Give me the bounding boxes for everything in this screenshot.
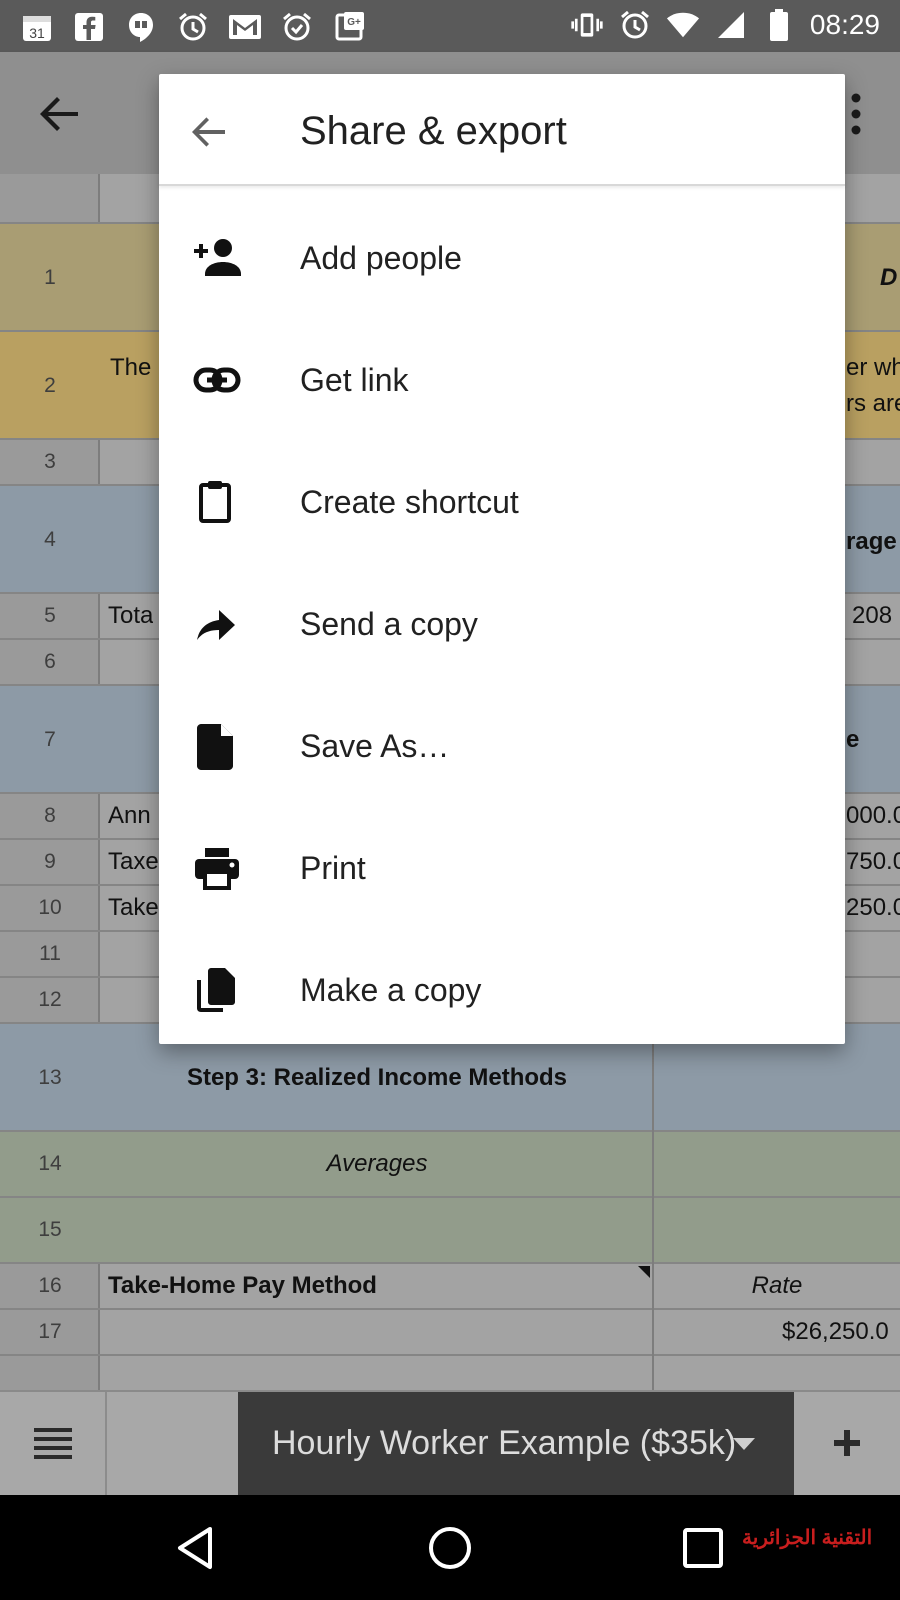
gmail-icon (228, 10, 262, 44)
battery-icon (762, 8, 796, 42)
menu-item-create-shortcut[interactable]: Create shortcut (159, 438, 845, 560)
sheet-cell: Ann (108, 802, 151, 829)
dialog-header: Share & export (159, 74, 845, 186)
row-number: 8 (44, 804, 56, 827)
row-number: 6 (44, 650, 56, 673)
alarm-icon (618, 8, 652, 42)
sheet-cell: 250.0 (846, 894, 900, 921)
copy-icon (193, 966, 241, 1014)
menu-item-label: Print (300, 850, 366, 886)
row-number: 17 (38, 1320, 62, 1343)
file-icon (193, 722, 241, 770)
all-sheets-menu-icon[interactable] (34, 1426, 72, 1460)
row-number: 11 (39, 942, 61, 965)
row-number: 10 (38, 896, 62, 919)
sheet-cell: rs are (846, 390, 900, 417)
row-number: 4 (44, 528, 56, 551)
sheet-cell: The (110, 354, 152, 381)
recents-square-icon[interactable] (678, 1523, 728, 1573)
share-export-dialog: Share & export Add people Get link Creat… (159, 74, 845, 1044)
wifi-icon (666, 8, 700, 42)
sheet-cell: Step 3: Realized Income Methods (186, 1064, 568, 1091)
menu-item-get-link[interactable]: Get link (159, 316, 845, 438)
clipboard-icon (193, 478, 241, 526)
sheet-cell: er wh (846, 354, 900, 381)
sheet-cell: $26,250.0 (782, 1318, 889, 1345)
sheet-cell: e (846, 726, 860, 753)
link-icon (193, 356, 241, 404)
print-icon (193, 844, 241, 892)
sheet-cell: 208 (852, 602, 893, 629)
menu-item-save-as[interactable]: Save As… (159, 682, 845, 804)
alarm-check-icon (280, 10, 314, 44)
divider (105, 1392, 107, 1497)
sheet-cell: 000.0 (846, 802, 900, 829)
table-row (0, 1356, 900, 1390)
sheet-tab-active[interactable]: Hourly Worker Example ($35k) (238, 1392, 794, 1497)
row-number: 5 (44, 604, 56, 627)
clock: 08:29 (809, 9, 880, 40)
more-vert-icon[interactable] (848, 92, 864, 136)
row-number: 1 (44, 266, 56, 289)
back-arrow-icon[interactable] (189, 112, 229, 152)
menu-item-label: Save As… (300, 728, 450, 764)
row-number: 14 (38, 1152, 62, 1175)
comment-marker (638, 1266, 650, 1278)
sheet-cell: 750.0 (846, 848, 900, 875)
calendar-day: 31 (29, 25, 45, 41)
menu-item-make-a-copy[interactable]: Make a copy (159, 926, 845, 1048)
hangouts-icon (124, 10, 158, 44)
sheet-cell: Take-Home Pay Method (108, 1272, 377, 1299)
row-number: 9 (44, 850, 56, 873)
row-number: 15 (38, 1218, 62, 1241)
alarm-icon (176, 10, 210, 44)
share-arrow-icon (193, 600, 241, 648)
table-row (0, 1310, 900, 1356)
sheet-cell: D (880, 264, 898, 291)
sheet-tab-bar: Hourly Worker Example ($35k) (0, 1390, 900, 1497)
dropdown-caret-icon[interactable] (732, 1436, 756, 1452)
facebook-icon (72, 10, 106, 44)
menu-item-add-people[interactable]: Add people (159, 194, 845, 316)
table-row (0, 1198, 900, 1264)
sheet-tab-label: Hourly Worker Example ($35k) (272, 1424, 737, 1462)
sheet-cell: Take (108, 894, 159, 921)
row-number: 12 (38, 988, 62, 1011)
menu-item-label: Get link (300, 362, 409, 398)
row-number: 2 (44, 374, 56, 397)
add-sheet-icon[interactable] (830, 1426, 864, 1460)
watermark-logo: التقنية الجزائرية (742, 1527, 873, 1549)
menu-item-label: Make a copy (300, 972, 482, 1008)
menu-item-label: Send a copy (300, 606, 478, 642)
add-person-icon (193, 234, 241, 282)
dialog-title: Share & export (300, 109, 567, 153)
home-circle-icon[interactable] (425, 1523, 475, 1573)
svg-text:G+: G+ (347, 17, 361, 28)
menu-item-print[interactable]: Print (159, 804, 845, 926)
sheet-cell: Averages (326, 1150, 428, 1177)
row-number: 3 (44, 450, 56, 473)
sheet-cell: rage (846, 528, 897, 555)
back-arrow-icon[interactable] (38, 92, 82, 136)
menu-item-label: Add people (300, 240, 462, 276)
row-number: 16 (38, 1274, 62, 1297)
signal-icon (714, 8, 748, 42)
google-plus-photos-icon: G+ (332, 10, 366, 44)
row-number: 13 (38, 1066, 62, 1089)
calendar-icon: 31 (20, 10, 54, 44)
menu-item-label: Create shortcut (300, 484, 519, 520)
sheet-cell: Rate (751, 1272, 803, 1299)
menu-item-send-a-copy[interactable]: Send a copy (159, 560, 845, 682)
status-bar: 31 G+ 08:29 (0, 0, 900, 52)
column-divider (652, 1024, 654, 1390)
navigation-bar: التقنية الجزائرية (0, 1495, 900, 1600)
back-triangle-icon[interactable] (172, 1523, 222, 1573)
sheet-cell: Tota (108, 602, 154, 629)
row-number: 7 (44, 728, 56, 751)
sheet-cell: Taxe (108, 848, 159, 875)
vibrate-icon (570, 8, 604, 42)
